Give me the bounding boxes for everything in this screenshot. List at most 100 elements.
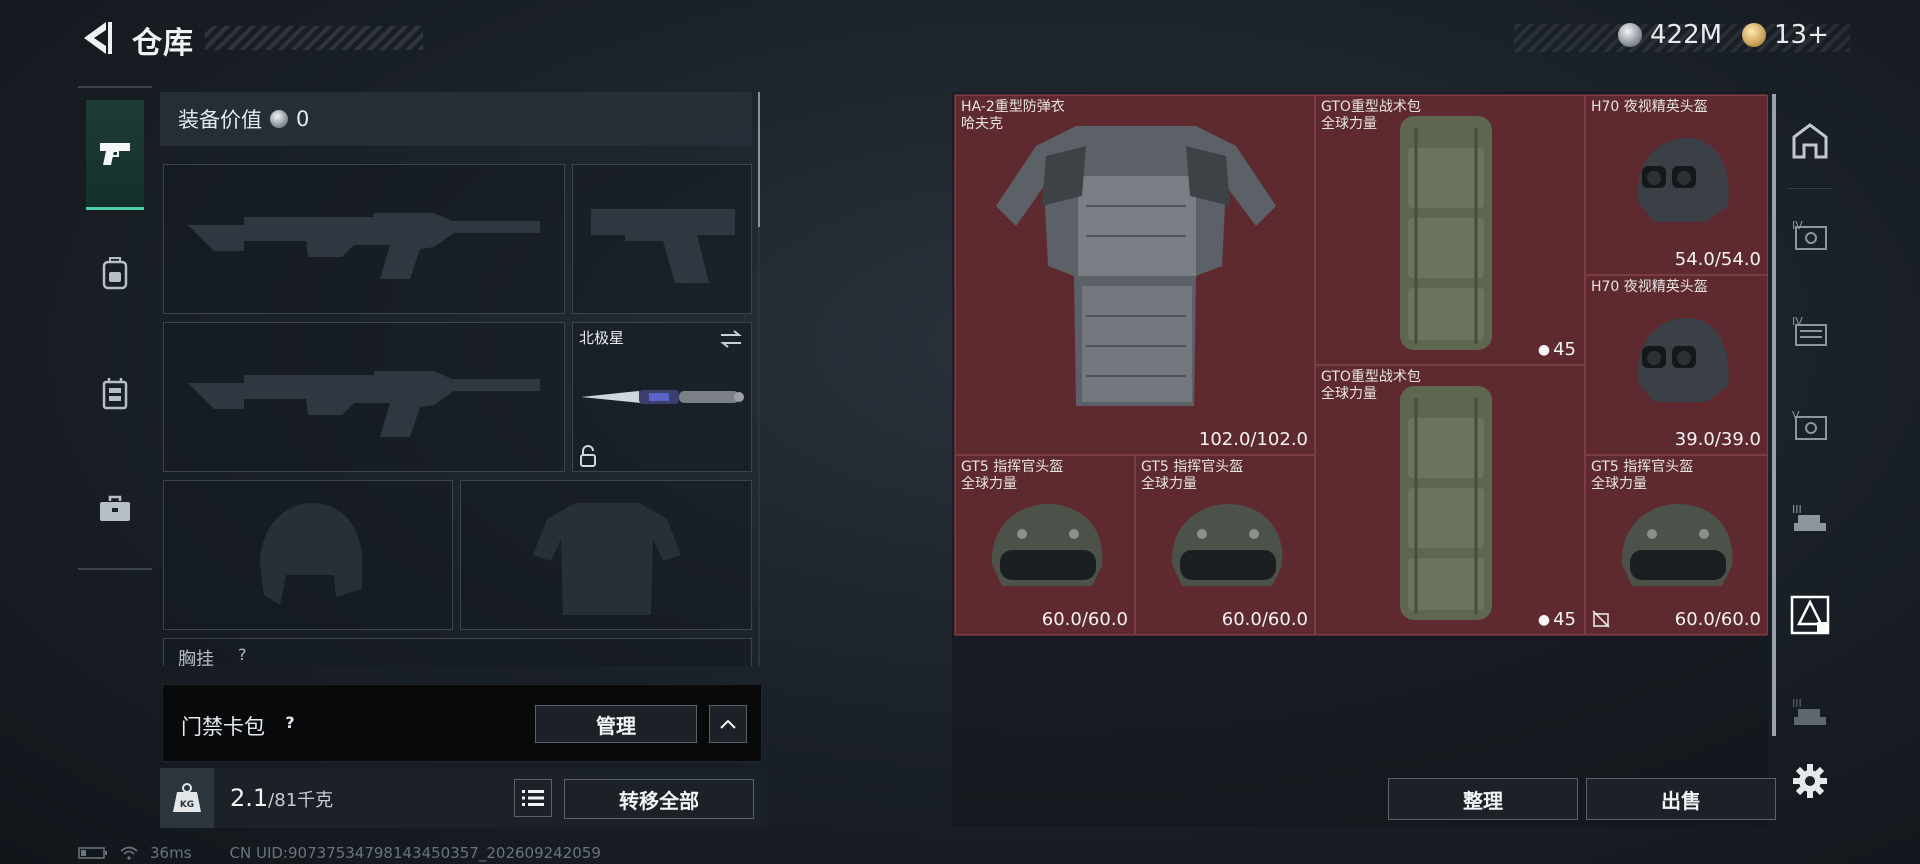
tab-storage-iii-b[interactable]: III [1782, 684, 1838, 742]
swap-icon[interactable] [719, 329, 743, 349]
settings-button[interactable] [1782, 752, 1838, 810]
melee-slot[interactable]: 北极星 [572, 322, 752, 472]
stash-grid: HA-2重型防弹衣 哈夫克 102.0/102.0 GTO重型战术包 全球力量 [954, 94, 1768, 636]
battery-icon [78, 847, 107, 859]
silver-coin-icon [1618, 23, 1642, 47]
pistol-silhouette-icon [591, 209, 735, 283]
storage-rail: IV IV V III III [1782, 96, 1838, 826]
stack-icon: ● [1537, 341, 1551, 358]
item-brand: 全球力量 [961, 476, 1017, 492]
item-durability: 60.0/60.0 [1041, 609, 1128, 630]
item-brand: 全球力量 [1591, 476, 1647, 492]
tab-safe-box[interactable] [1782, 112, 1838, 170]
help-icon[interactable]: ? [277, 709, 303, 735]
ping-text: 36ms [150, 844, 192, 862]
stash-item-backpack-2[interactable]: GTO重型战术包 全球力量 ● 45 [1315, 365, 1585, 635]
secondary-weapon-slot[interactable] [163, 322, 565, 472]
list-view-button[interactable] [514, 779, 552, 817]
backpack-icon [1400, 116, 1492, 350]
weight-kg-icon: KG [173, 783, 201, 812]
tab-storage-iv-a[interactable]: IV [1782, 206, 1838, 264]
equip-value-bar: 装备价值 0 [160, 92, 752, 146]
gold-amount: 13+ [1774, 20, 1829, 50]
weight-readout: 2.1/81千克 [230, 784, 333, 812]
sell-button[interactable]: 出售 [1586, 778, 1776, 820]
silver-coin-icon [270, 110, 288, 128]
item-name-block: GT5 指挥官头盔 全球力量 [1591, 459, 1693, 493]
tab-storage-iii-a[interactable]: III [1782, 490, 1838, 548]
back-arrow-icon[interactable] [78, 18, 114, 58]
chest-rig-help-icon[interactable]: ? [238, 645, 247, 664]
tab-storage-active[interactable] [1782, 586, 1838, 644]
tactical-helmet-icon [1621, 504, 1733, 586]
lock-icon [580, 445, 596, 467]
tab-tools[interactable] [86, 454, 144, 564]
item-durability: 60.0/60.0 [1221, 609, 1308, 630]
item-durability: 102.0/102.0 [1198, 429, 1308, 450]
weight-icon-box: KG [160, 768, 214, 828]
storage-iv-a-icon: IV [1792, 219, 1827, 250]
chest-rig-label: 胸挂 [178, 649, 214, 666]
transfer-all-button[interactable]: 转移全部 [564, 779, 754, 819]
item-title: GT5 指挥官头盔 [1591, 459, 1694, 475]
tactical-helmet-icon [991, 504, 1103, 586]
svg-text:III: III [1792, 503, 1802, 516]
helmet-silhouette-icon [260, 503, 362, 605]
weight-icon-text: KG [180, 800, 194, 810]
helmet-slot[interactable] [163, 480, 453, 630]
stash-item-nv-helmet-2[interactable]: H70 夜视精英头盔 39.0/39.0 [1585, 275, 1768, 455]
collapse-button[interactable] [709, 705, 747, 743]
pistol-slot[interactable] [572, 164, 752, 314]
item-title: H70 夜视精英头盔 [1591, 99, 1708, 115]
sort-button[interactable]: 整理 [1388, 778, 1578, 820]
uid-text: CN UID:90737534798143450357_202609242059 [229, 844, 601, 862]
stash-item-backpack-1[interactable]: GTO重型战术包 全球力量 ● 45 [1315, 95, 1585, 365]
item-title: GT5 指挥官头盔 [1141, 459, 1244, 475]
chest-rig-slot[interactable]: 胸挂 ? [163, 638, 752, 666]
loadout-scroll-thumb[interactable] [758, 92, 760, 227]
item-count: ● 45 [1538, 609, 1576, 630]
svg-text:III: III [1792, 697, 1802, 710]
stash-item-nv-helmet-1[interactable]: H70 夜视精英头盔 54.0/54.0 [1585, 95, 1768, 275]
loadout-panel: 装备价值 0 北极星 胸挂 ? [160, 92, 760, 666]
tab-chest-rig[interactable] [86, 338, 144, 448]
storage-iii-a-icon: III [1792, 503, 1826, 531]
tab-storage-iv-b[interactable]: IV [1782, 302, 1838, 360]
category-rail [78, 86, 152, 570]
gold-coin-icon [1742, 23, 1766, 47]
item-durability: 60.0/60.0 [1674, 609, 1761, 630]
title-decoration [205, 26, 423, 50]
body-armor-slot[interactable] [460, 480, 752, 630]
body-armor-icon [996, 126, 1276, 406]
stash-scrollbar[interactable] [1772, 94, 1776, 736]
tab-storage-v[interactable]: V [1782, 396, 1838, 454]
item-name-block: GT5 指挥官头盔 全球力量 [1141, 459, 1243, 493]
page-title: 仓库 [132, 26, 194, 61]
item-durability: 54.0/54.0 [1674, 249, 1761, 270]
weight-current: 2.1 [230, 784, 269, 812]
stash-panel: HA-2重型防弹衣 哈夫克 102.0/102.0 GTO重型战术包 全球力量 [952, 92, 1776, 826]
svg-text:IV: IV [1792, 219, 1803, 232]
tab-backpack[interactable] [86, 218, 144, 328]
primary-weapon-slot[interactable] [163, 164, 565, 314]
tab-weapons[interactable] [86, 100, 144, 210]
status-bar: 36ms CN UID:90737534798143450357_2026092… [78, 842, 601, 864]
weight-max: /81千克 [268, 790, 334, 811]
armor-silhouette-icon [533, 503, 681, 615]
stash-item-helmet-2[interactable]: GT5 指挥官头盔 全球力量 60.0/60.0 [1135, 455, 1315, 635]
equip-value-label: 装备价值 [178, 108, 262, 132]
tactical-helmet-icon [1171, 504, 1283, 586]
currency-silver: 422M [1618, 20, 1722, 50]
item-count: ● 45 [1538, 339, 1576, 360]
toolbox-icon [100, 495, 130, 521]
stash-item-helmet-1[interactable]: GT5 指挥官头盔 全球力量 60.0/60.0 [955, 455, 1135, 635]
settings-gear-icon [1793, 764, 1827, 798]
stash-item-helmet-3[interactable]: GT5 指挥官头盔 全球力量 60.0/60.0 [1585, 455, 1768, 635]
stash-item-armor[interactable]: HA-2重型防弹衣 哈夫克 102.0/102.0 [955, 95, 1315, 455]
currency-gold: 13+ [1742, 20, 1829, 50]
melee-name: 北极星 [579, 329, 625, 347]
manage-button[interactable]: 管理 [535, 705, 697, 743]
weight-bar: KG 2.1/81千克 转移全部 [160, 768, 768, 828]
nv-helmet-icon [1637, 318, 1729, 402]
nv-helmet-icon [1637, 138, 1729, 222]
